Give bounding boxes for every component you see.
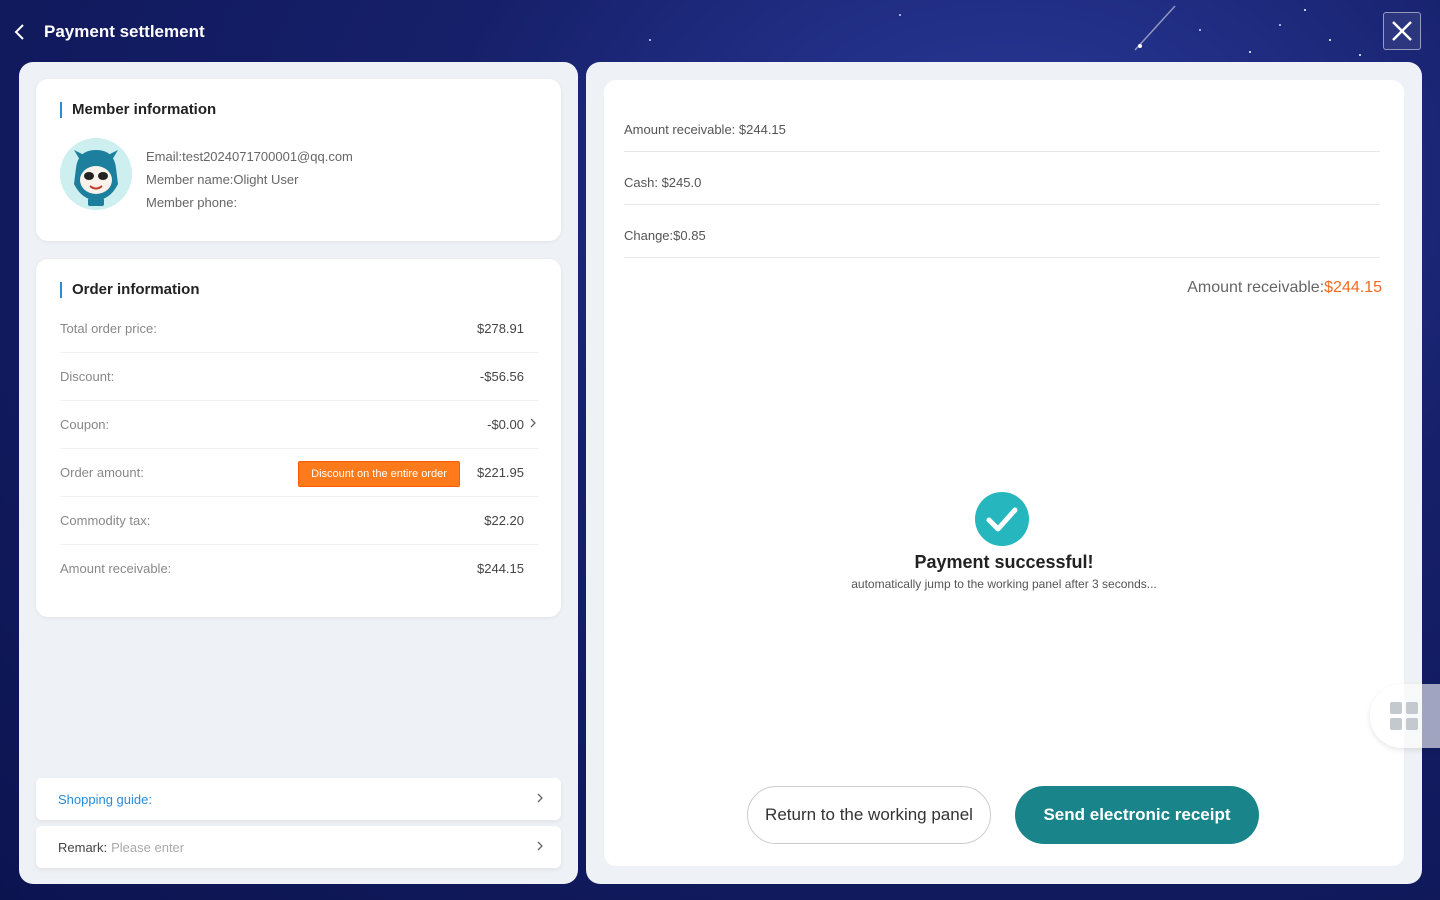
remark-field: Remark: Please enter [58, 840, 184, 855]
payment-receivable-text: Amount receivable: $244.15 [624, 122, 786, 137]
order-row-value: -$56.56 [479, 369, 524, 384]
order-row-tax: Commodity tax: $22.20 [60, 497, 538, 545]
order-row-discount: Discount: -$56.56 [60, 353, 538, 401]
top-bar: Payment settlement [0, 0, 1440, 62]
shopping-guide-row[interactable]: Shopping guide: [36, 778, 561, 820]
grid-icon [1390, 702, 1418, 730]
order-row-label: Order amount: [60, 465, 144, 480]
order-section-title: Order information [60, 281, 200, 298]
remark-placeholder: Please enter [111, 840, 185, 855]
payment-row-receivable: Amount receivable: $244.15 [624, 100, 1380, 152]
chevron-right-icon [537, 841, 543, 851]
payment-card: Amount receivable: $244.15 Cash: $245.0 … [604, 80, 1404, 866]
order-row-label: Coupon: [60, 417, 110, 432]
success-title: Payment successful! [914, 552, 1094, 572]
summary-label: Amount receivable: [1187, 279, 1325, 296]
member-name: Member name:Olight User [146, 172, 299, 187]
chevron-right-icon [530, 418, 536, 428]
order-row-label: Commodity tax: [60, 513, 151, 528]
member-info-card: Member information Email:test20240717000… [36, 79, 561, 241]
order-row-order-amount: Order amount: Discount on the entire ord… [60, 449, 538, 497]
order-row-label: Total order price: [60, 321, 157, 336]
shopping-guide-label: Shopping guide: [58, 792, 152, 807]
member-email: Email:test2024071700001@qq.com [146, 149, 353, 164]
payment-row-change: Change:$0.85 [624, 206, 1380, 258]
order-row-coupon[interactable]: Coupon: -$0.00 [60, 401, 538, 449]
right-panel: Amount receivable: $244.15 Cash: $245.0 … [586, 62, 1422, 884]
close-button[interactable] [1383, 12, 1421, 50]
avatar-mascot-icon [60, 138, 132, 210]
order-row-value: $244.15 [477, 561, 524, 576]
member-phone: Member phone: [146, 195, 238, 210]
order-row-value: $278.91 [477, 321, 524, 336]
floating-menu-handle[interactable] [1370, 684, 1440, 748]
remark-label: Remark: [58, 840, 108, 855]
left-panel: Member information Email:test20240717000… [19, 62, 578, 884]
order-info-card: Order information Total order price: $27… [36, 259, 561, 617]
amount-receivable-summary: Amount receivable:$244.15 [1187, 279, 1382, 297]
back-arrow-icon[interactable] [10, 20, 30, 44]
order-row-receivable: Amount receivable: $244.15 [60, 545, 538, 593]
payment-cash-text: Cash: $245.0 [624, 175, 702, 190]
chevron-right-icon [537, 793, 543, 803]
remark-row[interactable]: Remark: Please enter [36, 826, 561, 868]
payment-change-text: Change:$0.85 [624, 228, 706, 243]
close-icon [1392, 21, 1412, 41]
member-section-title: Member information [60, 101, 216, 118]
send-receipt-button[interactable]: Send electronic receipt [1015, 786, 1259, 844]
order-row-total: Total order price: $278.91 [60, 305, 538, 353]
order-row-value: -$0.00 [487, 417, 524, 432]
success-subtitle: automatically jump to the working panel … [851, 577, 1157, 591]
payment-row-cash: Cash: $245.0 [624, 153, 1380, 205]
discount-badge[interactable]: Discount on the entire order [298, 461, 460, 487]
order-row-value: $22.20 [484, 513, 524, 528]
check-circle-icon [975, 492, 1029, 546]
summary-value: $244.15 [1324, 279, 1382, 296]
order-row-label: Discount: [60, 369, 115, 384]
page-title: Payment settlement [44, 22, 205, 41]
member-details: Email:test2024071700001@qq.com Member na… [146, 145, 353, 214]
avatar [60, 138, 132, 210]
return-to-panel-button[interactable]: Return to the working panel [747, 786, 991, 844]
order-row-value: $221.95 [477, 465, 524, 480]
order-row-label: Amount receivable: [60, 561, 172, 576]
